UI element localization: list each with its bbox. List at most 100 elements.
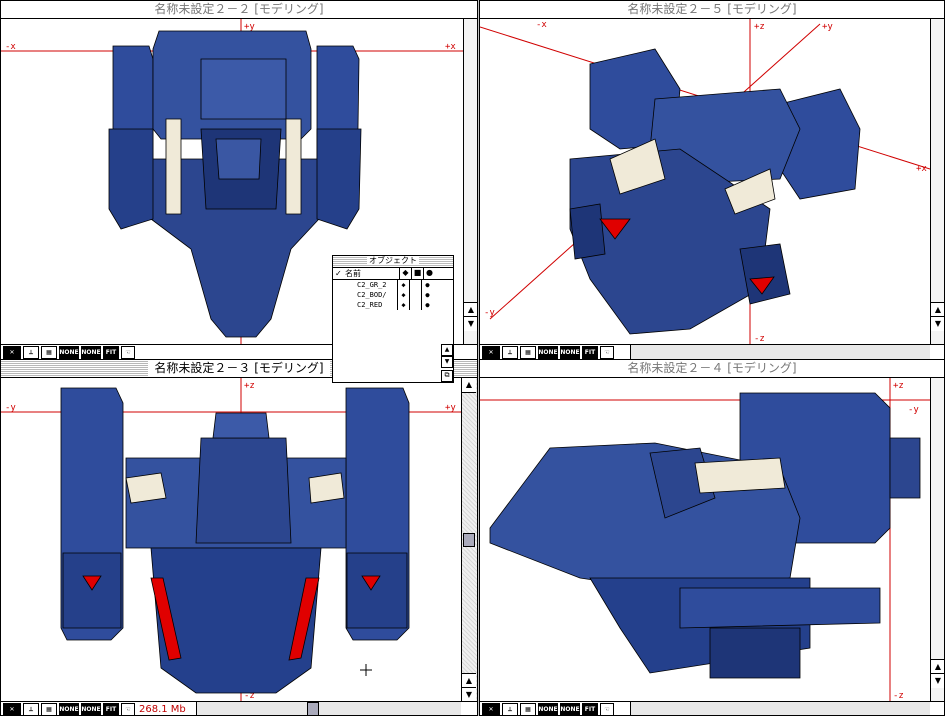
panel-scroll-up-button[interactable]: ▲ [441, 344, 453, 356]
vertical-scrollbar[interactable]: ▲ ▼ [463, 19, 477, 344]
visibility-column-header: ◆ [399, 268, 411, 279]
snap-none-button[interactable]: NONE [538, 703, 558, 715]
scroll-down-button[interactable]: ▼ [462, 687, 476, 702]
modeling-viewport[interactable]: -y +y +z -z [1, 378, 461, 701]
horizontal-scrollbar[interactable] [196, 702, 461, 715]
axis-toggle-icon[interactable]: ✕ [482, 346, 500, 359]
ground-grid-icon[interactable]: ⟂ [23, 703, 39, 715]
fit-button[interactable]: FIT [103, 346, 119, 359]
lock-toggle[interactable] [409, 290, 421, 300]
visibility-toggle[interactable]: ◆ [397, 290, 409, 300]
grid-icon[interactable]: ▦ [41, 703, 57, 715]
scroll-up-button[interactable]: ▲ [931, 659, 944, 674]
lock-toggle[interactable] [409, 280, 421, 290]
scroll-up-button[interactable]: ▲ [931, 302, 944, 317]
name-column-header: 名前 [345, 268, 361, 278]
snap-none-button[interactable]: NONE [538, 346, 558, 359]
axis-toggle-icon[interactable]: ✕ [482, 703, 500, 715]
axis-label: +y [244, 22, 255, 32]
vertical-scrollbar[interactable]: ▲ ▼ [930, 19, 944, 344]
object-row[interactable]: C2_GR_2 ◆ ● [333, 280, 453, 290]
visibility-toggle[interactable]: ◆ [397, 300, 409, 310]
fit-button[interactable]: FIT [103, 703, 119, 715]
snap-none-button[interactable]: NONE [560, 346, 580, 359]
object-panel[interactable]: オブジェクト ✓ 名前 ◆ ■ ● C2_GR_2 ◆ ● C2_BOD/ ◆ … [332, 255, 454, 383]
modeling-viewport[interactable]: +z -y -z [480, 378, 930, 701]
axis-label: +z [754, 22, 765, 32]
lock-icon: ■ [411, 268, 423, 279]
object-name: C2_BOD/ [357, 291, 387, 299]
window-title: 名称未設定２－３ [モデリング] [148, 360, 330, 377]
ground-grid-icon[interactable]: ⟂ [502, 346, 518, 359]
panel-titlebar[interactable]: オブジェクト [333, 256, 453, 268]
scroll-down-button[interactable]: ▼ [931, 316, 944, 331]
lock-toggle[interactable] [409, 300, 421, 310]
scroll-thumb[interactable] [463, 533, 475, 547]
axis-label: -x [5, 42, 16, 52]
hand-icon[interactable]: ☜ [121, 346, 135, 359]
axis-label: +y [822, 22, 833, 32]
axis-toggle-icon[interactable]: ✕ [3, 703, 21, 715]
panel-title: オブジェクト [367, 256, 419, 265]
axis-label: -y [908, 405, 919, 415]
fit-button[interactable]: FIT [582, 703, 598, 715]
hand-icon[interactable]: ☜ [600, 703, 614, 715]
memory-readout: 268.1 Mb [139, 704, 186, 715]
model-perspective-view: -x +z +y +x -y -z [480, 19, 930, 344]
viewport-window-perspective[interactable]: 名称未設定２－５ [モデリング] -x +z +y +x -y -z ▲ ▼ ✕… [479, 0, 945, 360]
axis-label: +z [893, 381, 904, 391]
axis-label: +x [916, 164, 927, 174]
window-title: 名称未設定２－４ [モデリング] [627, 361, 797, 375]
visibility-toggle[interactable]: ◆ [397, 280, 409, 290]
fit-button[interactable]: FIT [582, 346, 598, 359]
crosshair-cursor-icon [360, 664, 372, 676]
object-row[interactable]: C2_RED ◆ ● [333, 300, 453, 310]
snap-none-button[interactable]: NONE [59, 346, 79, 359]
ground-grid-icon[interactable]: ⟂ [23, 346, 39, 359]
window-title: 名称未設定２－５ [モデリング] [627, 2, 797, 16]
panel-header-row: ✓ 名前 ◆ ■ ● [333, 268, 453, 280]
viewport-window-side[interactable]: 名称未設定２－４ [モデリング] +z -y -z ▲ ▼ ✕ ⟂ ▦ NONE… [479, 359, 945, 716]
check-icon: ✓ [335, 268, 342, 278]
scroll-thumb[interactable] [307, 702, 319, 715]
scroll-up-button[interactable]: ▲ [464, 302, 477, 317]
render-toggle[interactable]: ● [421, 280, 433, 290]
modeling-viewport[interactable]: -x +z +y +x -y -z [480, 19, 930, 344]
axis-toggle-icon[interactable]: ✕ [3, 346, 21, 359]
object-name: C2_RED [357, 301, 383, 309]
scroll-up-button[interactable]: ▲ [462, 673, 476, 688]
hand-icon[interactable]: ☜ [121, 703, 135, 715]
axis-label: +y [445, 403, 456, 413]
axis-label: -y [484, 308, 495, 318]
snap-none-button[interactable]: NONE [560, 703, 580, 715]
snap-none-button[interactable]: NONE [81, 346, 101, 359]
panel-scroll-down-button[interactable]: ▼ [441, 356, 453, 368]
axis-label: +z [244, 381, 255, 391]
grid-icon[interactable]: ▦ [520, 703, 536, 715]
ground-grid-icon[interactable]: ⟂ [502, 703, 518, 715]
grid-icon[interactable]: ▦ [520, 346, 536, 359]
viewport-window-front[interactable]: 名称未設定２－３ [モデリング] -y +y +z -z ▲ ▲ ▼ ✕ ⟂ ▦… [0, 359, 478, 716]
window-titlebar[interactable]: 名称未設定２－４ [モデリング] [480, 360, 944, 378]
model-front-view: -y +y +z -z [1, 378, 461, 701]
resize-handle-icon[interactable]: ⧉ [441, 370, 453, 382]
window-titlebar[interactable]: 名称未設定２－５ [モデリング] [480, 1, 944, 19]
hand-icon[interactable]: ☜ [600, 346, 614, 359]
axis-label: +x [445, 42, 456, 52]
window-titlebar[interactable]: 名称未設定２－２ [モデリング] [1, 1, 477, 19]
snap-none-button[interactable]: NONE [81, 703, 101, 715]
render-toggle[interactable]: ● [421, 300, 433, 310]
vertical-scrollbar[interactable]: ▲ ▲ ▼ [461, 378, 477, 702]
horizontal-scrollbar[interactable] [630, 345, 930, 359]
vertical-scrollbar[interactable]: ▲ ▼ [930, 378, 944, 701]
scroll-up-button[interactable]: ▲ [462, 378, 476, 393]
scroll-down-button[interactable]: ▼ [931, 673, 944, 688]
render-toggle[interactable]: ● [421, 290, 433, 300]
object-row[interactable]: C2_BOD/ ◆ ● [333, 290, 453, 300]
axis-label: -z [754, 334, 765, 344]
render-column-header: ● [423, 268, 435, 279]
grid-icon[interactable]: ▦ [41, 346, 57, 359]
scroll-down-button[interactable]: ▼ [464, 316, 477, 331]
horizontal-scrollbar[interactable] [630, 702, 930, 715]
snap-none-button[interactable]: NONE [59, 703, 79, 715]
